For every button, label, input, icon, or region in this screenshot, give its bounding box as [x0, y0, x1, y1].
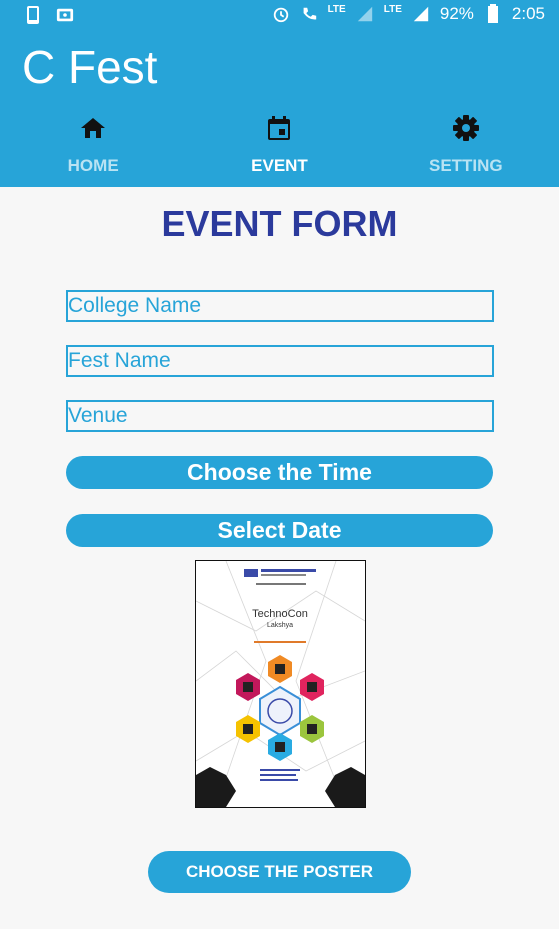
tab-setting[interactable]: SETTING [373, 110, 559, 187]
college-name-input[interactable] [66, 290, 494, 322]
choose-time-button[interactable]: Choose the Time [66, 456, 493, 489]
cast-notification-icon [56, 8, 74, 22]
clock: 2:05 [511, 4, 545, 23]
network-type-secondary: LTE [383, 3, 402, 15]
network-type: LTE [327, 3, 346, 15]
app-bar: LTE LTE 92% 2:05 C Fest HOME EVENT SETTI… [0, 0, 559, 187]
poster-image: TechnoCon Lakshya [196, 561, 365, 807]
poster-preview: TechnoCon Lakshya [195, 560, 366, 808]
tab-bar: HOME EVENT SETTING [0, 110, 559, 187]
signal-icon-secondary [413, 6, 429, 22]
gear-icon [452, 115, 479, 141]
signal-icon [357, 6, 372, 22]
battery-icon [487, 4, 498, 23]
tab-setting-label: SETTING [428, 156, 503, 175]
status-bar: LTE LTE 92% 2:05 [0, 0, 559, 32]
poster-headline: TechnoCon [252, 608, 308, 620]
battery-percent: 92% [439, 4, 474, 23]
fest-name-input[interactable] [66, 345, 494, 377]
phone-notification-icon [27, 6, 39, 24]
app-title: C Fest [22, 41, 158, 93]
calendar-icon [268, 116, 291, 140]
form-title: EVENT FORM [161, 203, 398, 244]
poster-subline: Lakshya [267, 622, 293, 629]
select-date-button[interactable]: Select Date [66, 514, 493, 547]
tab-home-label: HOME [67, 156, 119, 175]
tab-home[interactable]: HOME [0, 110, 186, 187]
home-icon [81, 118, 106, 138]
alarm-icon [273, 7, 288, 23]
call-icon [303, 7, 316, 20]
tab-event-label: EVENT [251, 156, 308, 175]
tab-event[interactable]: EVENT [186, 110, 372, 187]
venue-input[interactable] [66, 400, 494, 432]
choose-poster-button[interactable]: CHOOSE THE POSTER [148, 851, 411, 893]
